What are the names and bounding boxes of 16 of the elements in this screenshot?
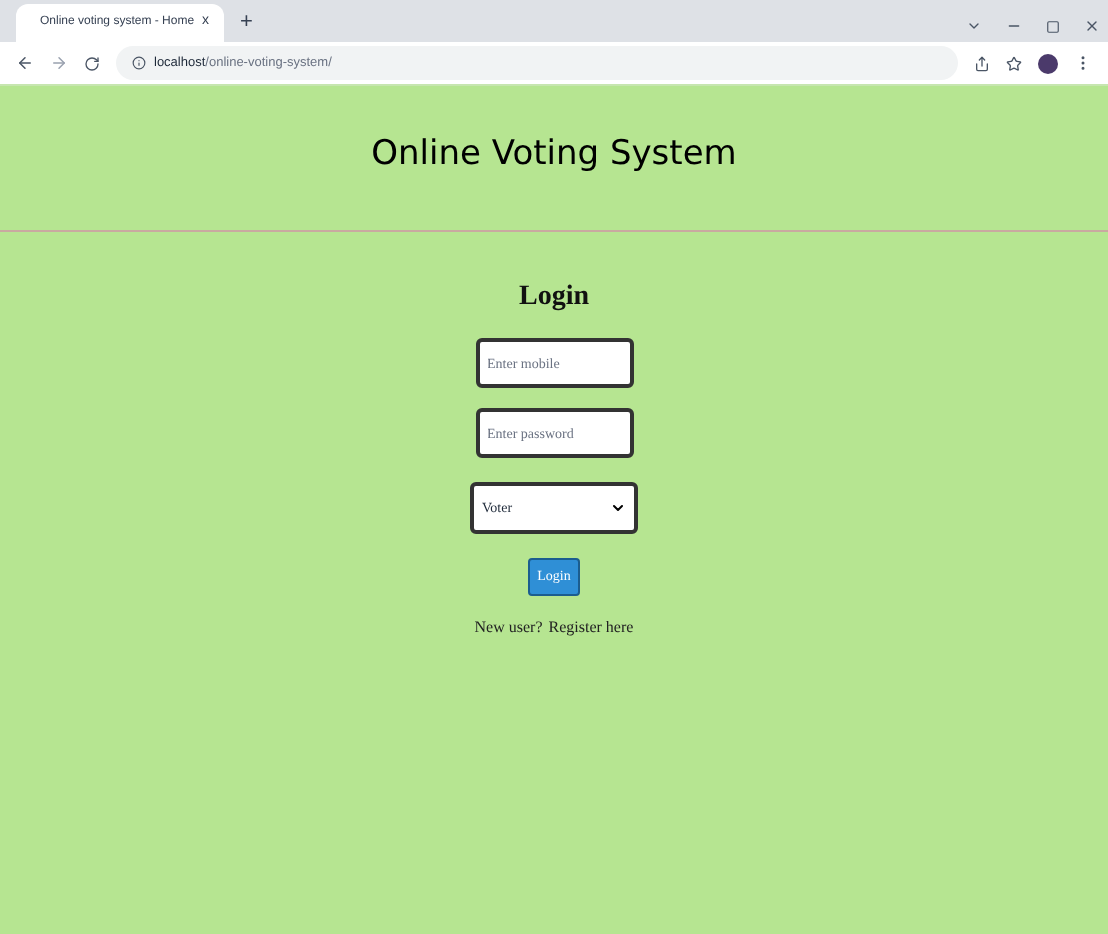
tab-list-icon[interactable] [966, 18, 982, 34]
star-icon[interactable] [1006, 55, 1022, 71]
new-tab-button[interactable]: + [240, 5, 253, 38]
new-user-text: New user? [474, 616, 543, 640]
dropdown-caret-icon [610, 500, 626, 516]
login-heading: Login [518, 280, 589, 316]
close-window-icon[interactable] [1084, 18, 1100, 34]
reload-icon[interactable] [84, 55, 100, 71]
maximize-icon[interactable] [1046, 19, 1060, 33]
register-link[interactable]: Register here [548, 616, 634, 640]
profile-avatar[interactable] [1038, 53, 1058, 73]
back-icon[interactable] [16, 54, 34, 72]
share-icon[interactable] [974, 55, 990, 71]
page-title: Online Voting System [371, 132, 737, 178]
forward-icon[interactable] [50, 54, 68, 72]
info-icon [132, 56, 146, 70]
